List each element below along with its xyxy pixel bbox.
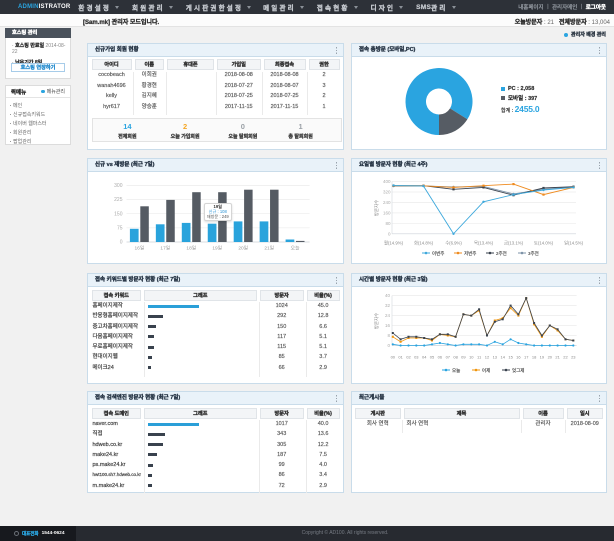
svg-text:20일: 20일 — [238, 244, 248, 251]
svg-text:400: 400 — [383, 179, 391, 184]
svg-text:엊그제: 엊그제 — [512, 367, 524, 374]
svg-text:03: 03 — [414, 355, 419, 360]
svg-text:14: 14 — [500, 355, 505, 360]
svg-text:16일: 16일 — [135, 244, 145, 251]
svg-text:08: 08 — [453, 355, 458, 360]
svg-text:10: 10 — [469, 355, 474, 360]
svg-text:150: 150 — [114, 211, 123, 217]
svg-text:어제: 어제 — [482, 367, 490, 374]
svg-text:20: 20 — [548, 355, 553, 360]
svg-text:23: 23 — [571, 355, 576, 360]
svg-text:01: 01 — [398, 355, 403, 360]
svg-text:19: 19 — [540, 355, 545, 360]
svg-text:일(14.5%): 일(14.5%) — [564, 239, 584, 245]
svg-text:11: 11 — [477, 355, 482, 360]
svg-text:2주전: 2주전 — [496, 249, 507, 256]
svg-text:19일: 19일 — [212, 244, 222, 251]
svg-text:24: 24 — [385, 313, 391, 318]
svg-text:09: 09 — [461, 355, 466, 360]
svg-text:이번주: 이번주 — [432, 249, 444, 256]
svg-text:17일: 17일 — [160, 244, 170, 251]
svg-text:17: 17 — [524, 355, 529, 360]
svg-text:0: 0 — [120, 239, 123, 245]
svg-text:21일: 21일 — [264, 244, 274, 251]
svg-text:05: 05 — [430, 355, 435, 360]
svg-text:225: 225 — [114, 197, 123, 203]
svg-text:06: 06 — [438, 355, 443, 360]
svg-text:16: 16 — [385, 323, 391, 328]
svg-text:방문자수: 방문자수 — [373, 199, 380, 216]
svg-text:3주전: 3주전 — [528, 249, 539, 256]
svg-text:32: 32 — [385, 303, 391, 308]
svg-text:8: 8 — [387, 333, 390, 338]
svg-text:04: 04 — [422, 355, 427, 360]
svg-text:화(14.8%): 화(14.8%) — [414, 240, 434, 246]
svg-text:22: 22 — [563, 355, 568, 360]
svg-text:저번주: 저번주 — [464, 249, 476, 256]
svg-text:오늘: 오늘 — [291, 244, 300, 251]
svg-text:12: 12 — [485, 355, 490, 360]
svg-text:320: 320 — [383, 189, 391, 194]
svg-text:토(14.0%): 토(14.0%) — [534, 240, 554, 245]
svg-text:21: 21 — [555, 355, 560, 360]
svg-text:금(13.1%): 금(13.1%) — [504, 240, 524, 245]
svg-text:18: 18 — [532, 355, 537, 360]
svg-text:15: 15 — [508, 355, 513, 360]
svg-text:16: 16 — [516, 355, 521, 360]
svg-text:13: 13 — [493, 355, 498, 360]
svg-text:75: 75 — [117, 225, 123, 231]
svg-text:0: 0 — [387, 343, 390, 348]
svg-text:0: 0 — [388, 231, 391, 236]
svg-text:18일: 18일 — [186, 244, 196, 251]
svg-text:240: 240 — [383, 200, 391, 205]
svg-text:목(13.4%): 목(13.4%) — [474, 240, 494, 246]
svg-text:07: 07 — [446, 355, 451, 360]
svg-text:월(14.9%): 월(14.9%) — [384, 239, 404, 246]
svg-text:02: 02 — [406, 355, 411, 360]
svg-text:40: 40 — [385, 293, 391, 298]
svg-text:300: 300 — [114, 183, 123, 189]
svg-text:00: 00 — [391, 355, 396, 360]
svg-text:수(6.9%): 수(6.9%) — [445, 240, 462, 246]
svg-text:방문자수: 방문자수 — [373, 313, 380, 330]
svg-text:80: 80 — [385, 220, 391, 225]
svg-text:160: 160 — [383, 210, 391, 215]
svg-text:오늘: 오늘 — [452, 367, 460, 374]
